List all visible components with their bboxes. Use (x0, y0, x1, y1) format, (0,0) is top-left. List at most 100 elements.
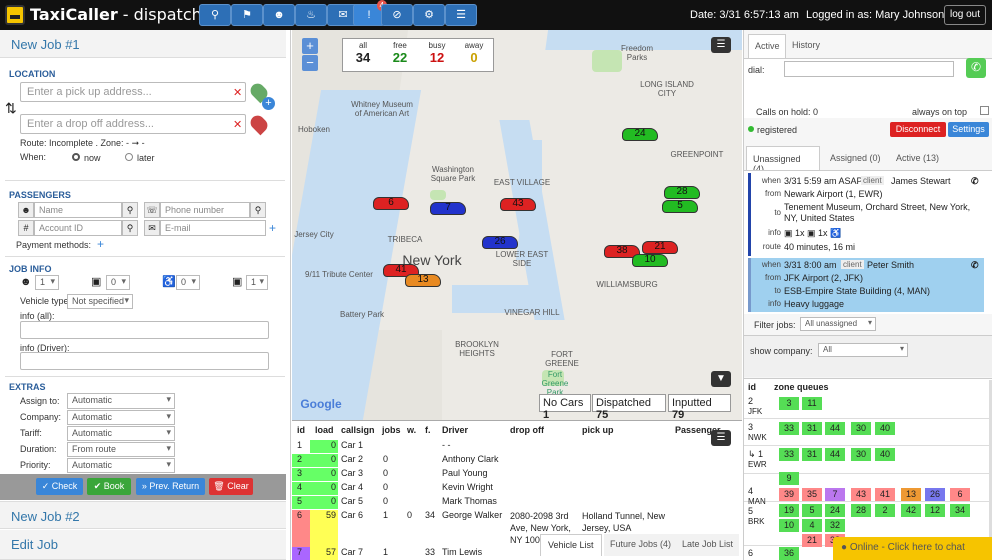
tab-unassigned[interactable]: Unassigned (4) (746, 146, 820, 174)
list-icon[interactable]: ☰ (445, 4, 477, 26)
clear-pickup-icon[interactable]: ✕ (233, 86, 242, 99)
now-label: now (84, 153, 101, 163)
block-icon[interactable]: ⊘ (381, 4, 413, 26)
search-phone-icon[interactable]: ⚲ (250, 202, 266, 218)
passenger-count-select[interactable]: 1 (35, 275, 59, 290)
clear-dropoff-icon[interactable]: ✕ (233, 118, 242, 131)
filter-jobs-select[interactable]: All unassigned (800, 317, 876, 331)
search-account-icon[interactable]: ⚲ (122, 220, 138, 236)
vehicle-marker[interactable]: 24 (622, 128, 658, 141)
company-select[interactable]: Automatic (67, 410, 175, 425)
show-company-select[interactable]: All (818, 343, 908, 357)
zone-row[interactable]: 4 MAN 9 39 35 7 43 41 13 26 6 (744, 472, 992, 506)
flag-icon[interactable]: ⚑ (231, 4, 263, 26)
logout-button[interactable]: log out (944, 5, 986, 25)
book-button[interactable]: ✔ Book (87, 478, 131, 495)
unassigned-job-card[interactable]: when 3/31 8:00 am client Peter Smith ✆ from J… (748, 258, 984, 312)
tab-future-jobs[interactable]: Future Jobs (4) (604, 534, 678, 556)
stat-free: free 22 (392, 41, 408, 65)
extras-section-title: EXTRAS (9, 382, 46, 392)
clear-button[interactable]: 🗑 Clear (209, 478, 253, 495)
edit-job-header[interactable]: Edit Job (0, 530, 286, 560)
add-passenger-icon[interactable]: + (269, 221, 276, 235)
account-id-input[interactable]: Account ID (34, 220, 122, 236)
now-radio[interactable] (72, 153, 80, 161)
add-payment-icon[interactable]: + (97, 237, 104, 251)
duration-select[interactable]: From route (67, 442, 175, 457)
wheelchair-count-select[interactable]: 0 (176, 275, 200, 290)
zoom-in-button[interactable]: + (302, 38, 318, 54)
zoom-out-button[interactable]: − (302, 55, 318, 71)
zone-row[interactable]: ↳ 1 EWR 33 31 44 30 40 (744, 446, 992, 474)
search-name-icon[interactable]: ⚲ (122, 202, 138, 218)
tab-vehicle-list[interactable]: Vehicle List (540, 534, 602, 556)
map-label: 9/11 Tribute Center (305, 270, 373, 279)
zone-row[interactable]: 2 JFK 3 11 (744, 392, 992, 419)
settings-button[interactable]: Settings (948, 122, 989, 137)
phone-number-input[interactable]: Phone number (160, 202, 250, 218)
zone-id-header: id (748, 382, 756, 392)
map-menu-icon[interactable]: ☰ (711, 37, 731, 53)
disconnect-button[interactable]: Disconnect (890, 122, 946, 137)
tab-late-job-list[interactable]: Late Job List (676, 534, 740, 556)
map-label: VINEGAR HILL (504, 308, 560, 317)
dispatch-map[interactable]: Whitney Museum of American Art Washingto… (292, 30, 742, 420)
tab-assigned[interactable]: Assigned (0) (830, 153, 881, 163)
phone-icon: ☏ (144, 202, 160, 218)
bell-icon[interactable]: ♨ (295, 4, 327, 26)
add-stop-icon[interactable]: + (262, 97, 275, 110)
vehicle-marker[interactable]: 10 (632, 254, 668, 267)
always-on-top-checkbox[interactable] (980, 106, 989, 115)
assign-to-select[interactable]: Automatic (67, 393, 175, 409)
swap-address-icon[interactable]: ⇅ (5, 100, 17, 117)
no-cars-count: No Cars 1 (539, 394, 591, 420)
vehicle-marker[interactable]: 21 (642, 241, 678, 254)
map-label: Jersey City (294, 230, 334, 239)
dropoff-address-input[interactable]: Enter a drop off address... (20, 114, 246, 134)
vehicle-marker[interactable]: 28 (664, 186, 700, 199)
prev-return-button[interactable]: » Prev. Return (136, 478, 205, 495)
search-icon[interactable]: ⚲ (199, 4, 231, 26)
vehicle-marker[interactable]: 5 (662, 200, 698, 213)
gear-icon[interactable]: ⚙ (413, 4, 445, 26)
unassigned-job-card[interactable]: when 3/31 5:59 am ASAP client James Stewart… (748, 173, 984, 256)
info-all-input[interactable] (20, 321, 269, 339)
account-icon: # (18, 220, 34, 236)
vehicle-marker[interactable]: 26 (482, 236, 518, 249)
passenger-name-input[interactable]: Name (34, 202, 122, 218)
vehicle-marker[interactable]: 13 (405, 274, 441, 287)
map-filter-icon[interactable]: ▼ (711, 371, 731, 387)
vehicle-marker[interactable]: 6 (373, 197, 409, 210)
table-row[interactable]: 3 0 Car 3 0 Paul Young (292, 468, 742, 481)
tab-active-jobs[interactable]: Active (13) (896, 153, 939, 163)
tab-active[interactable]: Active (748, 34, 786, 58)
vehicle-marker[interactable]: 7 (430, 202, 466, 215)
when-label: When: (20, 152, 47, 162)
email-input[interactable]: E-mail (160, 220, 266, 236)
new-job-2-header[interactable]: New Job #2 (0, 501, 286, 529)
zone-row[interactable]: 3 NWK 33 31 44 30 40 (744, 419, 992, 446)
tab-history[interactable]: History (792, 40, 820, 50)
vehicle-count-select[interactable]: 1 (246, 275, 268, 290)
table-row[interactable]: 1 0 Car 1 - - (292, 440, 742, 453)
table-row[interactable]: 2 0 Car 2 0 Anthony Clark (292, 454, 742, 467)
map-label: LONG ISLAND CITY (640, 80, 694, 98)
vehicle-marker[interactable]: 43 (500, 198, 536, 211)
table-row[interactable]: 5 0 Car 5 0 Mark Thomas (292, 496, 742, 509)
tariff-select[interactable]: Automatic (67, 426, 175, 441)
table-row[interactable]: 4 0 Car 4 0 Kevin Wright (292, 482, 742, 495)
check-button[interactable]: ✓ Check (36, 478, 83, 495)
wheelchair-icon: ♿ (162, 276, 176, 288)
dial-input[interactable] (784, 61, 954, 77)
group-icon[interactable]: ☻ (263, 4, 295, 26)
info-driver-input[interactable] (20, 352, 269, 370)
map-label: Battery Park (339, 310, 384, 319)
pickup-address-input[interactable]: Enter a pick up address... (20, 82, 246, 102)
luggage-count-select[interactable]: 0 (106, 275, 130, 290)
live-chat-button[interactable]: ● Online - Click here to chat (833, 537, 992, 560)
call-phone-icon[interactable]: ✆ (966, 58, 986, 78)
new-job-1-header[interactable]: New Job #1 (0, 30, 286, 58)
vehicle-type-select[interactable]: Not specified (67, 294, 133, 309)
later-radio[interactable] (125, 153, 133, 161)
priority-select[interactable]: Automatic (67, 458, 175, 473)
